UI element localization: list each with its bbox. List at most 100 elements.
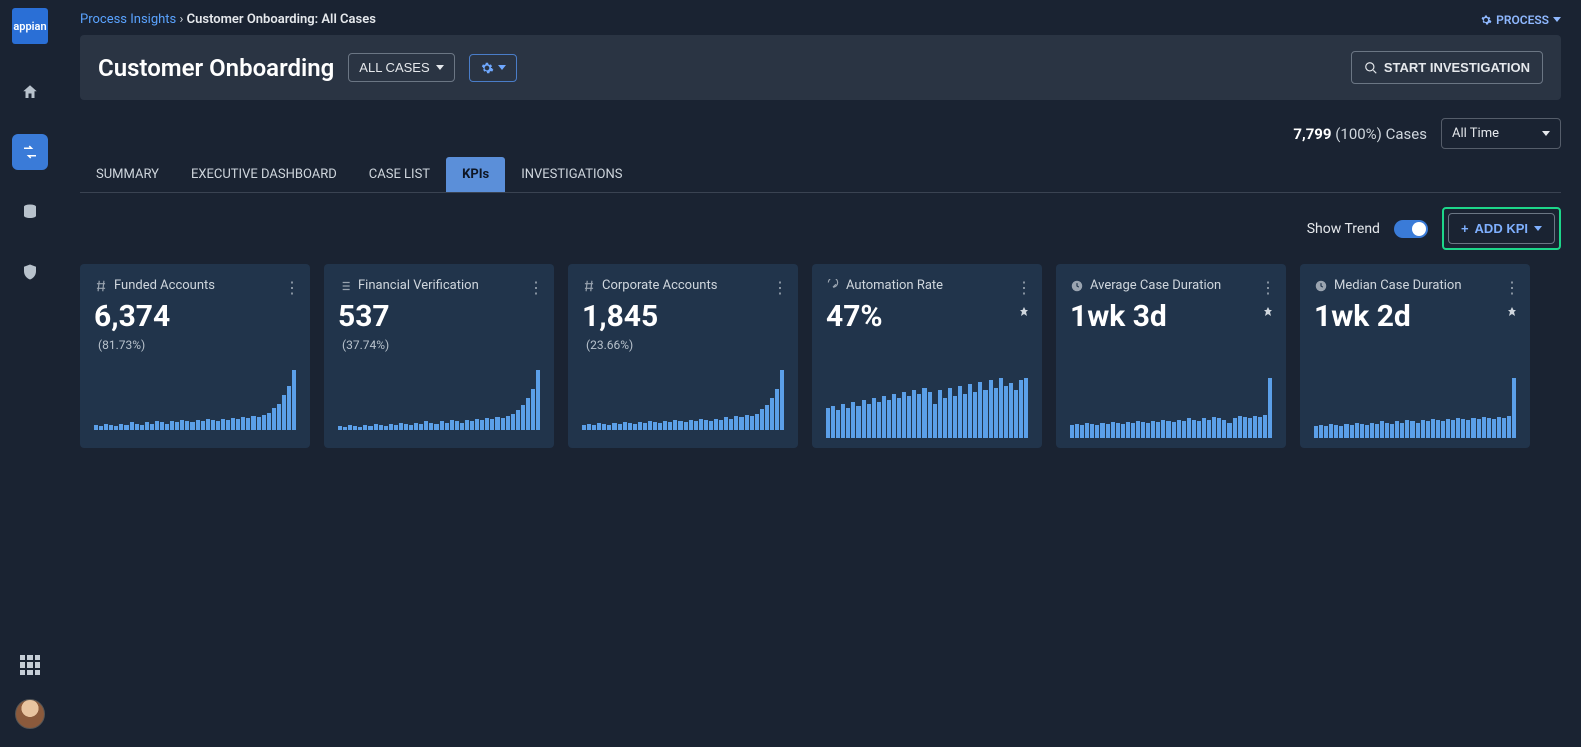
pin-icon [1018,306,1030,318]
user-avatar[interactable] [15,699,45,729]
breadcrumb-root[interactable]: Process Insights [80,12,176,27]
kpi-title: Corporate Accounts [602,278,717,293]
process-icon [21,143,39,161]
kpi-value: 1wk 3d [1070,299,1272,334]
kpi-menu-button[interactable]: ⋮ [528,278,544,297]
kpi-card[interactable]: Median Case Duration 1wk 2d ⋮ [1300,264,1530,448]
tab-summary[interactable]: SUMMARY [80,157,175,192]
kpi-menu-button[interactable]: ⋮ [772,278,788,297]
topbar: Process Insights › Customer Onboarding: … [80,12,1561,27]
list-icon [338,279,352,293]
appian-logo: appian [12,8,48,44]
kpi-sparkline [1314,378,1516,438]
start-investigation-label: START INVESTIGATION [1384,60,1530,75]
caret-down-icon [1553,17,1561,22]
kpi-value: 47% [826,299,1028,334]
kpi-title: Financial Verification [358,278,479,293]
kpi-grid: Funded Accounts 6,374 (81.73%) ⋮ Financi… [80,264,1561,448]
page-title: Customer Onboarding [98,54,334,82]
kpi-header: Funded Accounts [94,278,296,293]
kpi-menu-button[interactable]: ⋮ [1260,278,1276,297]
add-kpi-label: ADD KPI [1475,221,1528,236]
kpi-value: 1,845 [582,299,784,334]
kpi-percent: (81.73%) [98,338,296,352]
caret-down-icon [498,65,506,70]
show-trend-toggle[interactable] [1394,220,1428,238]
kpi-header: Average Case Duration [1070,278,1272,293]
kpi-header: Median Case Duration [1314,278,1516,293]
kpi-header: Corporate Accounts [582,278,784,293]
time-filter-label: All Time [1452,126,1499,141]
gear-icon [480,61,494,75]
filter-row: 7,799 (100%) Cases All Time [80,118,1561,149]
process-menu[interactable]: PROCESS [1480,13,1561,27]
breadcrumb-current: Customer Onboarding: All Cases [187,12,376,27]
kpi-value: 1wk 2d [1314,299,1516,334]
kpi-menu-button[interactable]: ⋮ [284,278,300,297]
kpi-card[interactable]: Average Case Duration 1wk 3d ⋮ [1056,264,1286,448]
gauge-icon [826,279,840,293]
add-kpi-button[interactable]: + ADD KPI [1448,213,1555,244]
nav-apps[interactable] [12,647,48,683]
nav-home[interactable] [12,74,48,110]
tab-executive-dashboard[interactable]: EXECUTIVE DASHBOARD [175,157,353,192]
hash-icon [582,279,596,293]
settings-button[interactable] [469,54,517,82]
tab-case-list[interactable]: CASE LIST [353,157,446,192]
nav-process[interactable] [12,134,48,170]
kpi-header: Automation Rate [826,278,1028,293]
kpi-title: Average Case Duration [1090,278,1221,293]
time-filter-select[interactable]: All Time [1441,118,1561,149]
start-investigation-button[interactable]: START INVESTIGATION [1351,51,1543,84]
kpi-title: Median Case Duration [1334,278,1462,293]
pin-icon [1506,306,1518,318]
nav-security[interactable] [12,254,48,290]
case-count: 7,799 (100%) Cases [1293,125,1427,143]
search-icon [1364,61,1378,75]
kpi-value: 6,374 [94,299,296,334]
caret-down-icon [1534,226,1542,231]
kpi-percent: (37.74%) [342,338,540,352]
kpi-menu-button[interactable]: ⋮ [1016,278,1032,297]
kpi-header: Financial Verification [338,278,540,293]
kpi-menu-button[interactable]: ⋮ [1504,278,1520,297]
tabs: SUMMARYEXECUTIVE DASHBOARDCASE LISTKPIsI… [80,157,1561,193]
hash-icon [94,279,108,293]
case-filter-label: ALL CASES [359,60,429,75]
shield-icon [21,263,39,281]
kpi-card[interactable]: Financial Verification 537 (37.74%) ⋮ [324,264,554,448]
apps-grid-icon [20,655,40,675]
process-menu-label: PROCESS [1496,13,1549,27]
kpi-title: Funded Accounts [114,278,215,293]
kpi-card[interactable]: Funded Accounts 6,374 (81.73%) ⋮ [80,264,310,448]
nav-data[interactable] [12,194,48,230]
count-pct: (100%) [1335,125,1382,143]
kpi-sparkline [1070,378,1272,438]
clock-icon [1314,279,1328,293]
kpi-card[interactable]: Automation Rate 47% ⋮ [812,264,1042,448]
count-label: Cases [1386,125,1427,143]
case-filter-select[interactable]: ALL CASES [348,53,454,82]
kpi-title: Automation Rate [846,278,943,293]
pin-icon [1262,306,1274,318]
tab-kpis[interactable]: KPIs [446,157,505,192]
kpi-value: 537 [338,299,540,334]
caret-down-icon [1542,131,1550,136]
header-panel: Customer Onboarding ALL CASES START INVE… [80,35,1561,100]
gear-icon [1480,14,1492,26]
database-icon [21,203,39,221]
tab-investigations[interactable]: INVESTIGATIONS [505,157,638,192]
plus-icon: + [1461,221,1469,236]
main-content: Process Insights › Customer Onboarding: … [60,0,1581,747]
home-icon [21,83,39,101]
breadcrumb: Process Insights › Customer Onboarding: … [80,12,376,27]
kpi-sparkline [338,370,540,430]
kpi-sparkline [582,370,784,430]
clock-icon [1070,279,1084,293]
show-trend-label: Show Trend [1307,221,1380,237]
caret-down-icon [436,65,444,70]
kpi-card[interactable]: Corporate Accounts 1,845 (23.66%) ⋮ [568,264,798,448]
count-number: 7,799 [1293,125,1331,143]
kpi-sparkline [826,378,1028,438]
add-kpi-highlight: + ADD KPI [1442,207,1561,250]
